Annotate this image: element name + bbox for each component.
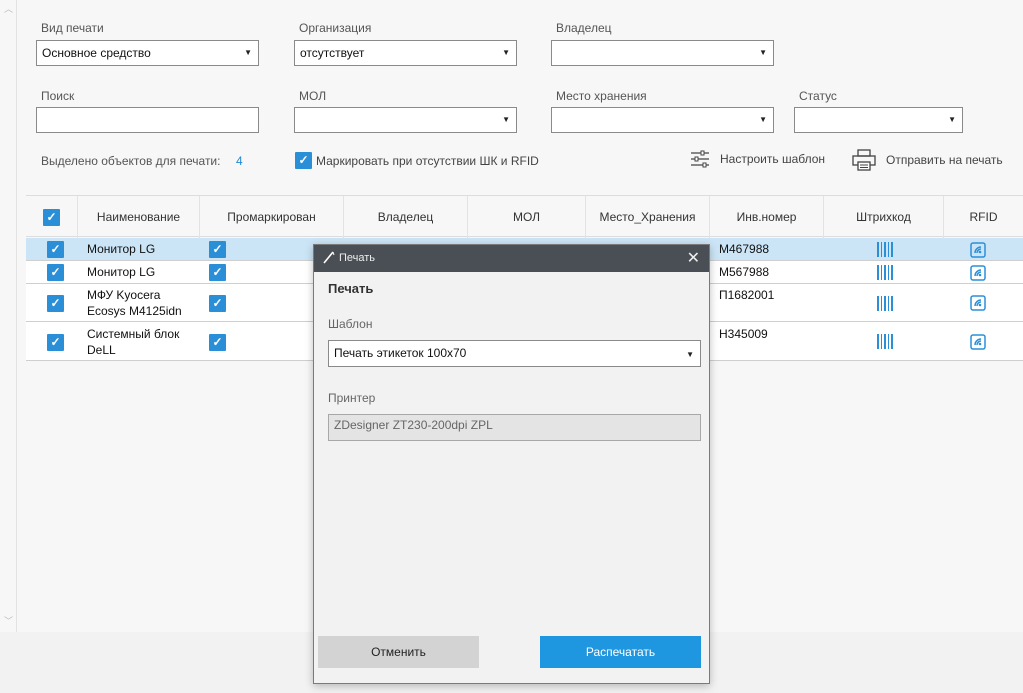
- printer-icon: [852, 149, 876, 171]
- column-storage[interactable]: Место_Хранения: [586, 196, 710, 238]
- print-type-select[interactable]: Основное средство ▼: [36, 40, 259, 66]
- rfid-icon[interactable]: [970, 334, 986, 350]
- send-to-print-label: Отправить на печать: [886, 153, 1003, 167]
- marked-checkbox-icon[interactable]: ✓: [209, 334, 226, 351]
- search-input[interactable]: [36, 107, 259, 133]
- row-name: МФУ Kyocera: [87, 288, 161, 302]
- row-checkbox-icon[interactable]: ✓: [47, 264, 64, 281]
- rfid-icon[interactable]: [970, 265, 986, 281]
- printer-value: ZDesigner ZT230-200dpi ZPL: [334, 418, 493, 432]
- column-mol[interactable]: МОЛ: [468, 196, 586, 238]
- row-inventory-number: M467988: [719, 242, 770, 256]
- organization-label: Организация: [299, 21, 372, 35]
- template-select[interactable]: Печать этикеток 100х70 ▼: [328, 340, 701, 367]
- print-button[interactable]: Распечатать: [540, 636, 701, 668]
- configure-template-button[interactable]: Настроить шаблон: [690, 150, 825, 168]
- marked-checkbox-icon[interactable]: ✓: [209, 295, 226, 312]
- app-feather-icon: [323, 251, 335, 264]
- scroll-up-icon[interactable]: ︿: [4, 2, 13, 15]
- template-label: Шаблон: [328, 317, 373, 331]
- print-type-label: Вид печати: [41, 21, 104, 35]
- mark-missing-label: Маркировать при отсутствии ШК и RFID: [316, 153, 539, 168]
- rfid-icon[interactable]: [970, 295, 986, 311]
- row-name-second-line: DeLL: [87, 343, 116, 357]
- scroll-down-icon[interactable]: ﹀: [4, 614, 13, 627]
- status-label: Статус: [799, 89, 837, 103]
- barcode-icon[interactable]: [877, 265, 894, 280]
- row-inventory-number: Н345009: [719, 327, 768, 341]
- column-name[interactable]: Наименование: [78, 196, 200, 238]
- print-dialog: Печать ✕ Печать Шаблон Печать этикеток 1…: [313, 244, 710, 684]
- cancel-button[interactable]: Отменить: [318, 636, 479, 668]
- dialog-heading: Печать: [328, 281, 374, 296]
- configure-template-label: Настроить шаблон: [720, 152, 826, 166]
- print-type-value: Основное средство: [42, 46, 151, 60]
- row-checkbox-icon[interactable]: ✓: [47, 334, 64, 351]
- organization-select[interactable]: отсутствует ▼: [294, 40, 517, 66]
- select-all-column[interactable]: ✓: [26, 196, 78, 238]
- close-icon[interactable]: ✕: [687, 248, 700, 268]
- dropdown-arrow-icon: ▼: [502, 115, 510, 124]
- search-label: Поиск: [41, 89, 75, 103]
- marked-checkbox-icon[interactable]: ✓: [209, 241, 226, 258]
- row-checkbox-icon[interactable]: ✓: [47, 241, 64, 258]
- barcode-icon[interactable]: [877, 296, 894, 311]
- row-name-second-line: Ecosys M4125idn: [87, 304, 182, 318]
- dropdown-arrow-icon: ▼: [686, 350, 694, 359]
- dropdown-arrow-icon: ▼: [759, 48, 767, 57]
- row-inventory-number: M567988: [719, 265, 770, 279]
- column-inventory-number[interactable]: Инв.номер: [710, 196, 824, 238]
- organization-value: отсутствует: [300, 46, 365, 60]
- storage-label: Место хранения: [556, 89, 647, 103]
- selected-count-label: Выделено объектов для печати:: [41, 154, 221, 168]
- table-header: ✓ Наименование Промаркирован Владелец МО…: [26, 195, 1023, 238]
- mark-missing-checkbox[interactable]: ✓ Маркировать при отсутствии ШК и RFID: [295, 152, 539, 169]
- mol-label: МОЛ: [299, 89, 327, 103]
- barcode-icon[interactable]: [877, 242, 894, 257]
- barcode-icon[interactable]: [877, 334, 894, 349]
- column-barcode[interactable]: Штрихкод: [824, 196, 944, 238]
- send-to-print-button[interactable]: Отправить на печать: [852, 149, 1003, 171]
- column-rfid[interactable]: RFID: [944, 196, 1023, 238]
- marked-checkbox-icon[interactable]: ✓: [209, 264, 226, 281]
- printer-label: Принтер: [328, 391, 376, 405]
- dropdown-arrow-icon: ▼: [759, 115, 767, 124]
- dropdown-arrow-icon: ▼: [244, 48, 252, 57]
- mol-select[interactable]: ▼: [294, 107, 517, 133]
- row-name: Монитор LG: [87, 265, 156, 279]
- sliders-icon: [691, 150, 709, 168]
- dropdown-arrow-icon: ▼: [502, 48, 510, 57]
- checkbox-checked-icon[interactable]: ✓: [295, 152, 312, 169]
- row-checkbox-icon[interactable]: ✓: [47, 295, 64, 312]
- selected-count-value: 4: [236, 154, 243, 168]
- column-owner[interactable]: Владелец: [344, 196, 468, 238]
- row-name: Системный блок: [87, 327, 180, 341]
- dropdown-arrow-icon: ▼: [948, 115, 956, 124]
- dialog-window-title: Печать: [339, 252, 376, 264]
- row-inventory-number: П1682001: [719, 288, 775, 302]
- owner-label: Владелец: [556, 21, 612, 35]
- select-all-checkbox-icon[interactable]: ✓: [43, 209, 60, 226]
- row-name: Монитор LG: [87, 242, 156, 256]
- status-select[interactable]: ▼: [794, 107, 963, 133]
- template-value: Печать этикеток 100х70: [334, 346, 467, 360]
- storage-select[interactable]: ▼: [551, 107, 774, 133]
- vertical-scrollbar[interactable]: ︿ ﹀: [0, 0, 17, 632]
- printer-field: ZDesigner ZT230-200dpi ZPL: [328, 414, 701, 441]
- dialog-titlebar[interactable]: Печать ✕: [314, 245, 709, 272]
- owner-select[interactable]: ▼: [551, 40, 774, 66]
- rfid-icon[interactable]: [970, 242, 986, 258]
- column-marked[interactable]: Промаркирован: [200, 196, 344, 238]
